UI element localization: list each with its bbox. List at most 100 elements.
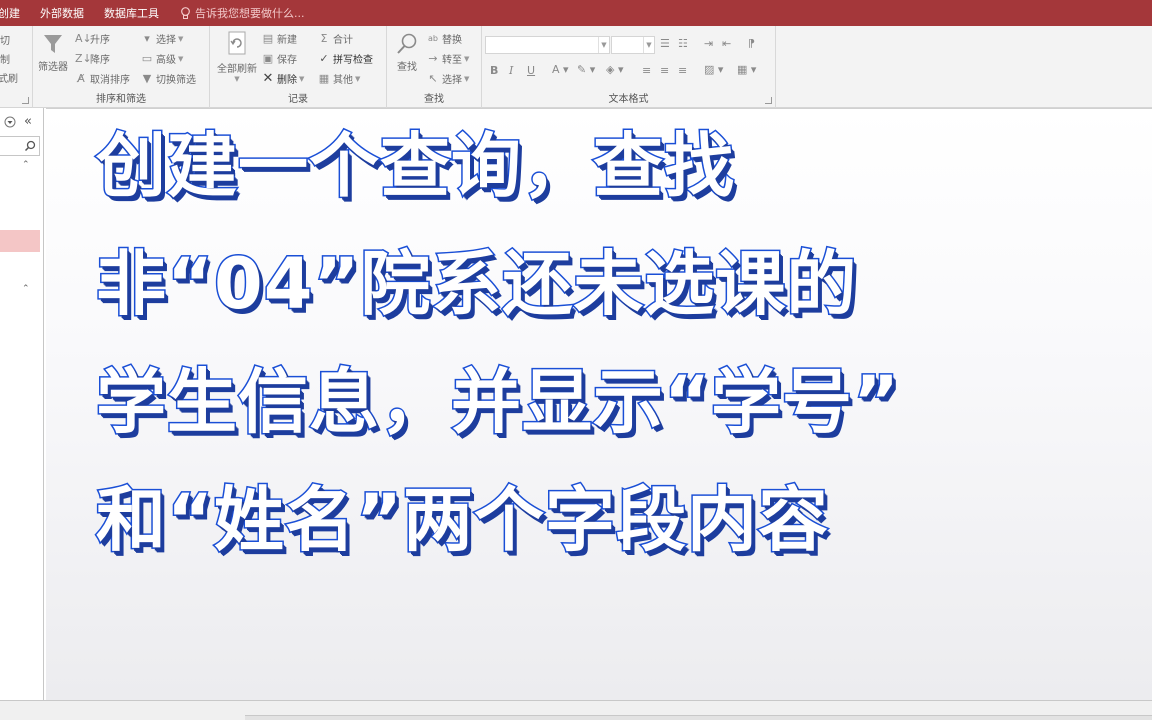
clear-sort-button[interactable]: A̸ 取消排序 xyxy=(75,71,130,86)
select-button[interactable]: ↖ 选择 ▼ xyxy=(427,71,469,86)
bullet-list-icon[interactable]: ☰ xyxy=(660,37,670,50)
selection-label: 选择 xyxy=(156,35,176,46)
refresh-all-label: 全部刷新 xyxy=(217,64,257,75)
sort-asc-icon: A↓ xyxy=(75,32,92,45)
caption-line-3: 学生信息，并显示“学号” xyxy=(94,361,901,444)
highlight-icon[interactable]: ✎ ▾ xyxy=(577,63,595,76)
cursor-icon: ↖ xyxy=(428,72,438,85)
status-bar xyxy=(0,700,1152,720)
nav-search-input[interactable] xyxy=(0,136,40,156)
refresh-all-button[interactable]: 全部刷新 ▼ xyxy=(212,30,262,83)
save-label: 保存 xyxy=(277,55,297,66)
group-collapse-icon[interactable]: ⌃ xyxy=(22,160,30,170)
nav-selected-object[interactable] xyxy=(0,230,40,252)
toggle-filter-button[interactable]: ▼ 切换筛选 xyxy=(141,71,196,86)
find-button[interactable]: 查找 xyxy=(391,32,423,73)
save-icon: ▣ xyxy=(262,52,274,65)
copy-button[interactable]: 复制 xyxy=(0,51,10,66)
indent-increase-icon[interactable]: ⇥ xyxy=(704,37,713,50)
font-color-icon[interactable]: A ▾ xyxy=(552,63,569,76)
bold-button[interactable]: B xyxy=(490,64,498,77)
paragraph-direction-icon[interactable]: ⁋ xyxy=(748,37,755,50)
navigation-pane: « ⌃ ⌃ xyxy=(0,108,44,700)
spelling-button[interactable]: ✓ 拼写检查 xyxy=(318,51,373,66)
lightbulb-icon xyxy=(181,6,190,19)
more-button[interactable]: ▦ 其他 ▼ xyxy=(318,71,361,86)
sort-ascending-button[interactable]: A↓ 升序 xyxy=(75,31,110,46)
totals-button[interactable]: Σ 合计 xyxy=(318,31,353,46)
group-records: 全部刷新 ▼ ▤ 新建 ▣ 保存 ✕ 删除 ▼ Σ 合计 ✓ 拼写检查 ▦ 其他… xyxy=(210,26,387,108)
sort-descending-button[interactable]: Z↓ 降序 xyxy=(75,51,110,66)
search-icon[interactable] xyxy=(24,140,36,152)
align-right-icon[interactable]: ≡ xyxy=(678,64,687,77)
sort-filter-group-label: 排序和筛选 xyxy=(96,94,146,105)
collapse-pane-icon[interactable]: « xyxy=(24,114,32,129)
indent-decrease-icon[interactable]: ⇤ xyxy=(722,37,731,50)
goto-label: 转至 xyxy=(442,55,462,66)
new-record-icon: ▤ xyxy=(262,32,274,45)
group-text-format: ▼ ▼ ☰ ☷ ⇥ ⇤ ⁋ B I U A ▾ ✎ ▾ ◈ ▾ ≡ ≡ ≡ ▨ … xyxy=(482,26,776,108)
caption-line-2: 非“04”院系还未选课的 xyxy=(94,243,858,326)
font-size-select[interactable]: ▼ xyxy=(611,36,655,54)
cut-button[interactable]: 剪切 xyxy=(0,32,10,47)
filter-button[interactable]: 筛选器 xyxy=(35,32,71,73)
group-clipboard: 剪切 复制 格式刷 xyxy=(0,26,33,108)
tab-external-data[interactable]: 外部数据 xyxy=(40,5,104,21)
replace-label: 替换 xyxy=(442,35,462,46)
find-group-label: 查找 xyxy=(424,94,444,105)
sort-desc-label: 降序 xyxy=(90,55,110,66)
chevron-down-icon: ▼ xyxy=(598,37,609,53)
find-label: 查找 xyxy=(397,62,417,73)
advanced-filter-button[interactable]: ▭ 高级 ▼ xyxy=(141,51,184,66)
toggle-filter-label: 切换筛选 xyxy=(156,75,196,86)
delete-record-button[interactable]: ✕ 删除 ▼ xyxy=(262,71,305,86)
chevron-down-icon: ▼ xyxy=(178,54,184,63)
clear-sort-icon: A̸ xyxy=(77,72,85,85)
font-name-select[interactable]: ▼ xyxy=(485,36,610,54)
chevron-down-icon: ▼ xyxy=(234,75,240,83)
filter-label: 筛选器 xyxy=(38,62,68,73)
magnifier-icon xyxy=(397,33,417,54)
format-painter-button[interactable]: 格式刷 xyxy=(0,70,18,85)
tell-me-box[interactable]: 告诉我您想要做什么... xyxy=(180,5,305,21)
tab-database-tools[interactable]: 数据库工具 xyxy=(104,5,172,21)
alternate-row-color-icon[interactable]: ▨ ▾ xyxy=(704,63,723,76)
align-left-icon[interactable]: ≡ xyxy=(642,64,651,77)
group-sort-filter: 筛选器 A↓ 升序 Z↓ 降序 A̸ 取消排序 ▾ 选择 ▼ ▭ 高级 ▼ ▼ … xyxy=(33,26,210,108)
underline-button[interactable]: U xyxy=(527,64,535,77)
selection-funnel-icon: ▾ xyxy=(144,32,150,45)
caption-line-1: 创建一个查询，查找 xyxy=(95,125,736,208)
align-center-icon[interactable]: ≡ xyxy=(660,64,669,77)
select-label: 选择 xyxy=(442,75,462,86)
ribbon-tab-bar: 创建 外部数据 数据库工具 告诉我您想要做什么... xyxy=(0,0,1152,26)
ribbon: 剪切 复制 格式刷 筛选器 A↓ 升序 Z↓ 降序 A̸ 取消排序 xyxy=(0,26,1152,108)
document-area-border xyxy=(46,108,1152,109)
fill-color-icon[interactable]: ◈ ▾ xyxy=(606,63,623,76)
numbered-list-icon[interactable]: ☷ xyxy=(678,37,688,50)
italic-button[interactable]: I xyxy=(509,64,513,77)
document-area: 创建一个查询，查找 非“04”院系还未选课的 学生信息，并显示“学号” 和“姓名… xyxy=(46,108,1152,700)
nav-menu-dropdown-icon[interactable] xyxy=(4,116,16,128)
clear-sort-label: 取消排序 xyxy=(90,75,130,86)
chevron-down-icon: ▼ xyxy=(355,74,361,83)
replace-icon: ab xyxy=(428,34,438,43)
delete-x-icon: ✕ xyxy=(262,71,274,86)
advanced-icon: ▭ xyxy=(141,52,153,65)
funnel-icon xyxy=(44,35,62,53)
clipboard-launcher-icon[interactable] xyxy=(22,97,29,104)
new-record-button[interactable]: ▤ 新建 xyxy=(262,31,297,46)
group-collapse-icon[interactable]: ⌃ xyxy=(22,284,30,294)
group-find: 查找 ab 替换 → 转至 ▼ ↖ 选择 ▼ 查找 xyxy=(387,26,482,108)
copy-label: 复制 xyxy=(0,55,10,66)
selection-filter-button[interactable]: ▾ 选择 ▼ xyxy=(141,31,183,46)
replace-button[interactable]: ab 替换 xyxy=(427,31,462,46)
goto-button[interactable]: → 转至 ▼ xyxy=(427,51,469,66)
sigma-icon: Σ xyxy=(320,32,328,45)
text-format-launcher-icon[interactable] xyxy=(765,97,772,104)
gridlines-icon[interactable]: ▦ ▾ xyxy=(737,63,756,76)
status-bar-segment xyxy=(245,715,1152,720)
tab-create[interactable]: 创建 xyxy=(0,5,40,21)
chevron-down-icon: ▼ xyxy=(643,37,654,53)
caption-line-4: 和“姓名”两个字段内容 xyxy=(94,479,830,562)
save-record-button[interactable]: ▣ 保存 xyxy=(262,51,297,66)
